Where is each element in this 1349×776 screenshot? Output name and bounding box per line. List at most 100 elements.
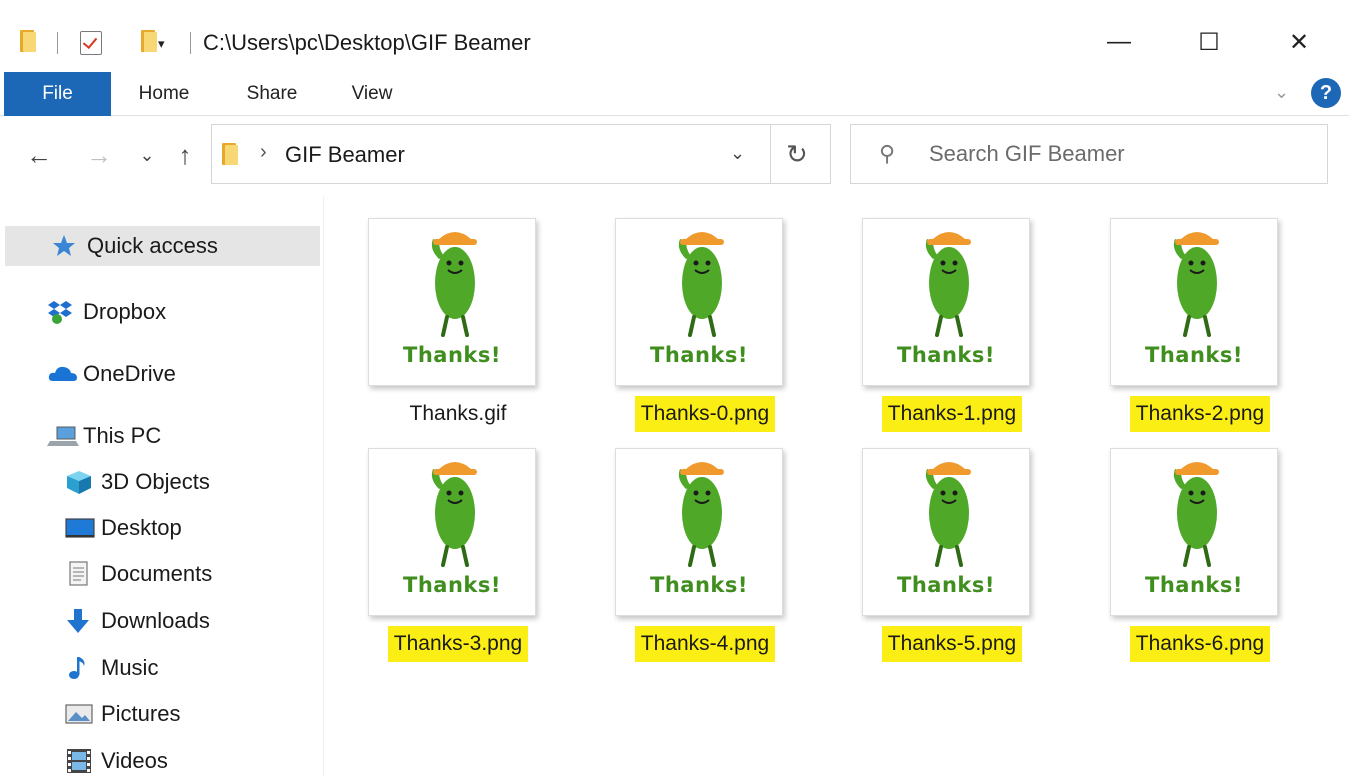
file-thumbnail[interactable]: Thanks! [1110,218,1278,386]
file-name[interactable]: Thanks-6.png [1090,626,1310,662]
download-icon [65,608,91,634]
cube-icon [65,469,91,495]
refresh-button[interactable]: ↻ [786,139,808,170]
expand-ribbon-icon[interactable]: ⌄ [1274,82,1289,103]
file-name-label: Thanks-6.png [1129,626,1271,662]
search-icon: ⚲ [879,141,896,166]
thumbnail-caption: Thanks! [403,573,501,597]
divider [770,125,771,183]
help-icon[interactable]: ? [1311,78,1341,108]
toolbar-divider [190,32,191,54]
sidebar-item-this-pc[interactable]: This PC [5,416,320,456]
file-thumbnail[interactable]: Thanks! [1110,448,1278,616]
forward-button[interactable]: → [82,138,116,172]
sidebar-item-quick-access[interactable]: Quick access [5,226,320,266]
thumbnail-caption: Thanks! [650,573,748,597]
folder-icon[interactable] [20,28,36,54]
ribbon-tabs: File Home Share View ⌄ [0,72,1349,116]
file-thumbnail[interactable]: Thanks! [368,448,536,616]
picture-icon [65,701,93,727]
dropbox-icon [47,299,73,325]
file-list: Thanks! Thanks.gif Thanks! Thanks-0.png Than… [325,196,1349,776]
thumbnail-caption: Thanks! [1145,343,1243,367]
sidebar-item-videos[interactable]: Videos [5,741,320,776]
sidebar-item-music[interactable]: Music [5,648,320,688]
file-name-label: Thanks-0.png [634,396,776,432]
file-name[interactable]: Thanks-3.png [348,626,568,662]
tab-file[interactable]: File [4,72,111,116]
sidebar-item-label: 3D Objects [101,469,210,494]
search-input[interactable] [929,139,1309,169]
sidebar-item-pictures[interactable]: Pictures [5,694,320,734]
chevron-right-icon[interactable]: › [260,141,267,164]
file-name-label: Thanks-5.png [881,626,1023,662]
file-name-label: Thanks-4.png [634,626,776,662]
search-box[interactable]: ⚲ [850,124,1328,184]
file-name[interactable]: Thanks-2.png [1090,396,1310,432]
file-name-label: Thanks.gif [409,402,507,425]
new-folder-icon[interactable] [141,28,158,54]
tab-share[interactable]: Share [232,72,312,116]
sidebar-item-label: Quick access [87,233,218,258]
bean-character-image [925,462,971,567]
sidebar-item-dropbox[interactable]: Dropbox [5,292,320,332]
minimize-button[interactable]: — [1096,22,1142,62]
tab-view[interactable]: View [336,72,408,116]
file-explorer-window: ▾ C:\Users\pc\Desktop\GIF Beamer — ☐ ✕ F… [0,0,1349,776]
sidebar-item-label: Pictures [101,701,181,726]
bean-character-image [678,232,724,337]
music-icon [65,655,91,681]
thumbnail-caption: Thanks! [1145,573,1243,597]
sidebar-item-label: Desktop [101,515,182,540]
bean-character-image [1173,232,1219,337]
thumbnail-caption: Thanks! [403,343,501,367]
document-icon [65,561,91,587]
sidebar-item-onedrive[interactable]: OneDrive [5,354,320,394]
file-thumbnail[interactable]: Thanks! [615,448,783,616]
video-icon [65,748,91,774]
file-thumbnail[interactable]: Thanks! [862,448,1030,616]
chevron-down-icon[interactable]: ⌄ [730,143,745,164]
computer-icon [47,423,79,449]
file-name-label: Thanks-2.png [1129,396,1271,432]
thumbnail-caption: Thanks! [897,343,995,367]
bean-character-image [1173,462,1219,567]
toolbar-divider [57,32,58,54]
file-name[interactable]: Thanks-5.png [842,626,1062,662]
up-button[interactable]: ↑ [170,138,200,172]
bean-character-image [925,232,971,337]
file-name[interactable]: Thanks-1.png [842,396,1062,432]
bean-character-image [431,232,477,337]
sidebar-item-label: Dropbox [83,299,167,324]
maximize-button[interactable]: ☐ [1186,22,1232,62]
file-thumbnail[interactable]: Thanks! [862,218,1030,386]
sidebar-item-documents[interactable]: Documents [5,554,320,594]
navigation-pane: Quick access Dropbox OneDrive This PC 3D… [0,196,324,776]
address-bar[interactable]: › GIF Beamer ⌄ ↻ [211,124,831,184]
file-name[interactable]: Thanks-0.png [595,396,815,432]
file-thumbnail[interactable]: Thanks! [615,218,783,386]
bean-character-image [678,462,724,567]
sidebar-item-label: Music [101,655,159,680]
close-button[interactable]: ✕ [1276,22,1322,62]
file-name-label: Thanks-1.png [881,396,1023,432]
thumbnail-caption: Thanks! [897,573,995,597]
bean-character-image [431,462,477,567]
file-thumbnail[interactable]: Thanks! [368,218,536,386]
sidebar-item-desktop[interactable]: Desktop [5,508,320,548]
back-button[interactable]: ← [22,138,56,172]
file-name-label: Thanks-3.png [387,626,529,662]
sidebar-item-label: This PC [83,423,162,448]
recent-locations-button[interactable]: ⌄ [136,138,158,172]
star-icon [51,233,77,259]
desktop-icon [65,515,95,541]
file-name[interactable]: Thanks-4.png [595,626,815,662]
customize-toolbar-dropdown[interactable]: ▾ [158,36,165,52]
properties-check-icon[interactable] [80,31,102,55]
sidebar-item-downloads[interactable]: Downloads [5,601,320,641]
title-bar: ▾ C:\Users\pc\Desktop\GIF Beamer — ☐ ✕ [0,0,1349,72]
breadcrumb[interactable]: GIF Beamer [285,142,405,168]
tab-home[interactable]: Home [124,72,204,116]
file-name[interactable]: Thanks.gif [348,396,568,432]
sidebar-item-3d-objects[interactable]: 3D Objects [5,462,320,502]
